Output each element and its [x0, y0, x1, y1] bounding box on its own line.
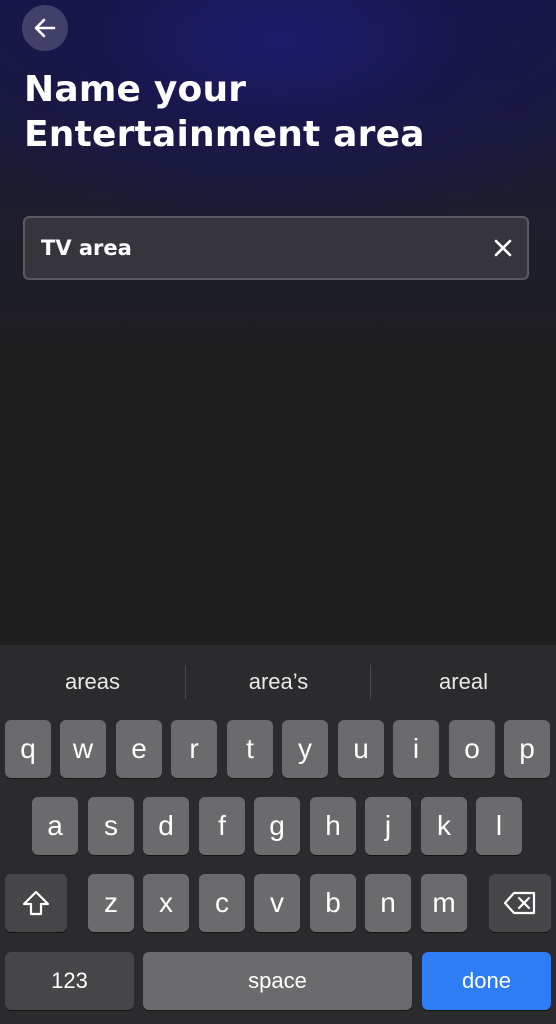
page-title-line-1: Name your [24, 69, 247, 110]
key-o[interactable]: o [449, 720, 495, 778]
key-i[interactable]: i [393, 720, 439, 778]
numbers-key[interactable]: 123 [5, 952, 134, 1010]
back-button[interactable] [22, 5, 68, 51]
close-icon [494, 239, 512, 257]
backspace-icon [503, 891, 536, 915]
key-h[interactable]: h [310, 797, 356, 855]
suggestion-2[interactable]: area’s [186, 645, 371, 719]
key-g[interactable]: g [254, 797, 300, 855]
key-t[interactable]: t [227, 720, 273, 778]
key-c[interactable]: c [199, 874, 245, 932]
key-d[interactable]: d [143, 797, 189, 855]
area-name-input[interactable] [25, 218, 479, 278]
delete-key[interactable] [489, 874, 551, 932]
key-m[interactable]: m [421, 874, 467, 932]
key-a[interactable]: a [32, 797, 78, 855]
key-v[interactable]: v [254, 874, 300, 932]
shift-key[interactable] [5, 874, 67, 932]
key-w[interactable]: w [60, 720, 106, 778]
area-name-field [23, 216, 529, 280]
key-l[interactable]: l [476, 797, 522, 855]
space-key[interactable]: space [143, 952, 412, 1010]
key-q[interactable]: q [5, 720, 51, 778]
keyboard: areas area’s areal q w e r t y u i o p a… [0, 645, 556, 1024]
key-b[interactable]: b [310, 874, 356, 932]
page-title: Name your Entertainment area [24, 67, 524, 157]
arrow-left-icon [34, 18, 56, 38]
key-s[interactable]: s [88, 797, 134, 855]
page-title-line-2: Entertainment area [24, 114, 425, 155]
key-p[interactable]: p [504, 720, 550, 778]
suggestion-1[interactable]: areas [0, 645, 185, 719]
key-k[interactable]: k [421, 797, 467, 855]
key-n[interactable]: n [365, 874, 411, 932]
key-r[interactable]: r [171, 720, 217, 778]
key-x[interactable]: x [143, 874, 189, 932]
suggestion-bar: areas area’s areal [0, 645, 556, 719]
done-key[interactable]: done [422, 952, 551, 1010]
key-u[interactable]: u [338, 720, 384, 778]
shift-icon [22, 890, 50, 916]
key-f[interactable]: f [199, 797, 245, 855]
suggestion-3[interactable]: areal [371, 645, 556, 719]
key-j[interactable]: j [365, 797, 411, 855]
clear-text-button[interactable] [479, 218, 527, 278]
key-z[interactable]: z [88, 874, 134, 932]
home-indicator-area [0, 1010, 556, 1024]
key-y[interactable]: y [282, 720, 328, 778]
key-e[interactable]: e [116, 720, 162, 778]
